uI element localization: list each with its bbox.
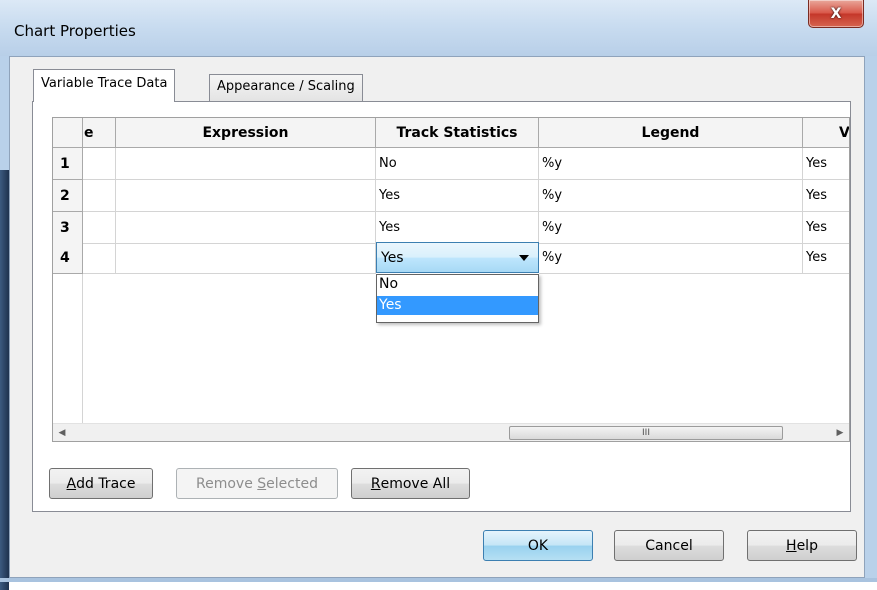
combobox-value: Yes (381, 249, 404, 266)
corner-header (53, 118, 83, 148)
button-label-mnemonic: A (66, 475, 77, 492)
cell-v[interactable]: Yes (803, 242, 849, 274)
cell-track-statistics[interactable]: Yes (376, 180, 539, 212)
button-label-mnemonic: R (370, 475, 381, 492)
track-statistics-dropdown-list: No Yes (376, 274, 539, 323)
cell-legend[interactable]: %y (539, 242, 803, 274)
grip-icon: III (642, 428, 650, 438)
cell-expression[interactable] (116, 148, 376, 180)
close-button[interactable]: X (808, 0, 864, 28)
column-header-track-statistics[interactable]: Track Statistics (376, 118, 539, 148)
button-label: OK (527, 537, 549, 554)
cell-e[interactable] (83, 180, 116, 212)
scrollbar-thumb[interactable]: III (509, 426, 783, 440)
button-label-mnemonic: H (786, 537, 797, 554)
button-label-mnemonic: S (257, 475, 267, 492)
cell-v[interactable]: Yes (803, 212, 849, 244)
scroll-right-arrow-icon[interactable]: ▶ (831, 424, 849, 441)
cell-legend[interactable]: %y (539, 148, 803, 180)
button-label-part: elp (796, 537, 818, 554)
window-bottom-border (0, 578, 877, 582)
dialog-window: Chart Properties X Variable Trace Data A… (0, 0, 877, 590)
row-number: 3 (60, 219, 70, 236)
horizontal-scrollbar[interactable]: ◀ III ▶ (53, 423, 849, 441)
column-header-label: Legend (641, 124, 700, 141)
row-number: 1 (60, 155, 70, 172)
cancel-button[interactable]: Cancel (614, 530, 724, 561)
row-number: 4 (60, 249, 70, 266)
row-header[interactable]: 4 (53, 242, 83, 274)
column-header-v[interactable]: V (803, 118, 850, 148)
cell-e[interactable] (83, 148, 116, 180)
column-header-label: V (839, 124, 850, 141)
row-header[interactable]: 1 (53, 148, 83, 180)
scroll-left-arrow-icon[interactable]: ◀ (53, 424, 71, 441)
row-header[interactable]: 2 (53, 180, 83, 212)
tab-appearance-scaling[interactable]: Appearance / Scaling (209, 74, 363, 102)
button-label-part: Remove (196, 475, 258, 492)
column-header-label: Track Statistics (396, 124, 518, 141)
row-header[interactable]: 3 (53, 212, 83, 244)
cell-expression[interactable] (116, 242, 376, 274)
tab-variable-trace-data[interactable]: Variable Trace Data (33, 69, 176, 102)
window-title: Chart Properties (14, 22, 136, 40)
trace-data-grid[interactable]: e Expression Track Statistics Legend V 1… (52, 117, 850, 442)
close-icon: X (830, 5, 842, 22)
cell-v[interactable]: Yes (803, 148, 849, 180)
tab-label: Variable Trace Data (41, 76, 168, 91)
help-button[interactable]: Help (747, 530, 857, 561)
cell-e[interactable] (83, 212, 116, 244)
button-label-part: dd Trace (76, 475, 136, 492)
column-header-label: Expression (202, 124, 289, 141)
ok-button[interactable]: OK (483, 530, 593, 561)
remove-selected-button[interactable]: Remove Selected (176, 468, 338, 499)
dropdown-option-no[interactable]: No (377, 275, 538, 294)
remove-all-button[interactable]: Remove All (351, 468, 470, 499)
button-label-part: emove All (380, 475, 451, 492)
add-trace-button[interactable]: Add Trace (49, 468, 153, 499)
column-header-label: e (84, 124, 94, 141)
cell-expression[interactable] (116, 180, 376, 212)
tab-label: Appearance / Scaling (217, 79, 355, 94)
title-bar[interactable]: Chart Properties X (0, 0, 877, 56)
column-header-e[interactable]: e (83, 118, 116, 148)
cell-track-statistics[interactable]: Yes (376, 212, 539, 244)
column-header-expression[interactable]: Expression (116, 118, 376, 148)
background-window-edge (0, 170, 9, 590)
cell-expression[interactable] (116, 212, 376, 244)
cell-v[interactable]: Yes (803, 180, 849, 212)
dropdown-option-yes[interactable]: Yes (377, 296, 538, 315)
row-number: 2 (60, 187, 70, 204)
track-statistics-combobox[interactable]: Yes (376, 242, 539, 273)
button-label: Cancel (645, 537, 693, 554)
chevron-down-icon[interactable] (519, 255, 529, 261)
button-label-part: elected (266, 475, 318, 492)
cell-legend[interactable]: %y (539, 212, 803, 244)
column-header-legend[interactable]: Legend (539, 118, 803, 148)
cell-track-statistics[interactable]: No (376, 148, 539, 180)
cell-e[interactable] (83, 242, 116, 274)
cell-legend[interactable]: %y (539, 180, 803, 212)
